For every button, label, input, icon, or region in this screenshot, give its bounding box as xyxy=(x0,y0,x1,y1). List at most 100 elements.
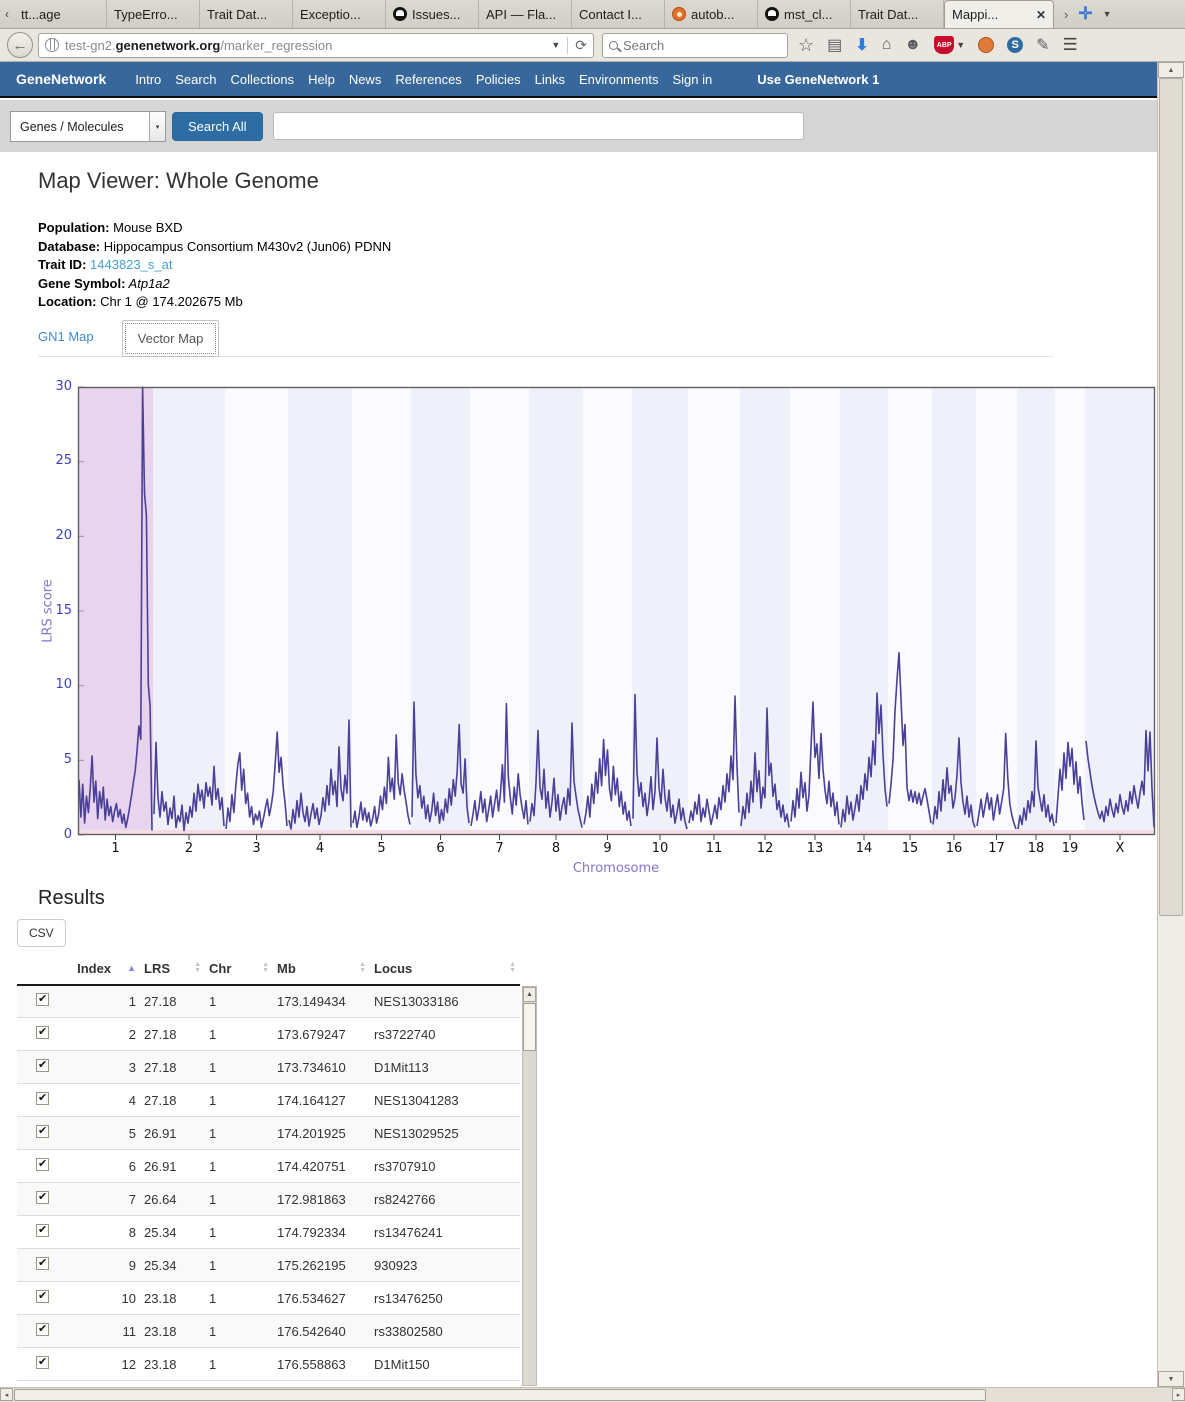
browser-tab-1[interactable]: TypeErro... xyxy=(107,0,200,28)
adblock-icon[interactable]: ABP xyxy=(934,36,954,54)
row-checkbox[interactable] xyxy=(36,1290,49,1303)
map-tabs: GN1 Map Vector Map xyxy=(38,319,1053,357)
row-checkbox[interactable] xyxy=(36,1191,49,1204)
csv-export-button[interactable]: CSV xyxy=(17,919,66,947)
menu-icon[interactable]: ☰ xyxy=(1063,35,1078,55)
scroll-down-icon[interactable]: ▼ xyxy=(1158,1371,1184,1387)
addon-orange-icon[interactable] xyxy=(978,37,994,53)
sort-ascending-icon[interactable]: ▲ xyxy=(127,963,136,973)
table-scrollbar[interactable]: ▲ xyxy=(522,986,537,1386)
browser-tab-2[interactable]: Trait Dat... xyxy=(200,0,293,28)
table-row-7: 726.641172.981863rs8242766 xyxy=(17,1183,520,1216)
bookmark-star-icon[interactable]: ☆ xyxy=(798,35,814,56)
vertical-scroll-thumb[interactable] xyxy=(1159,78,1183,916)
scroll-right-icon[interactable]: ▸ xyxy=(1172,1388,1185,1401)
meta-value: Chr 1 @ 174.202675 Mb xyxy=(97,294,243,309)
row-checkbox[interactable] xyxy=(36,1125,49,1138)
tab-list-dropdown-icon[interactable]: ▼ xyxy=(1103,9,1112,19)
column-header-lrs[interactable]: LRS▲▼ xyxy=(140,955,205,985)
reload-icon[interactable]: ⟳ xyxy=(567,37,587,54)
browser-tab-5[interactable]: API — Fla... xyxy=(479,0,572,28)
tab-vector-map[interactable]: Vector Map xyxy=(122,320,220,357)
tab-scroll-left-icon[interactable]: ‹ xyxy=(0,0,14,28)
edit-icon[interactable]: ✎ xyxy=(1036,35,1049,55)
meta-label: Trait ID: xyxy=(38,257,86,272)
nav-item-news[interactable]: News xyxy=(342,72,389,87)
close-tab-icon[interactable]: ✕ xyxy=(1036,8,1046,22)
browser-tab-7[interactable]: autob... xyxy=(665,0,758,28)
addon-s-icon[interactable]: S xyxy=(1007,37,1023,53)
cell-lrs: 27.18 xyxy=(140,1084,205,1117)
new-tab-button[interactable]: ✛ xyxy=(1078,4,1092,24)
scroll-left-icon[interactable]: ◂ xyxy=(0,1388,13,1401)
nav-item-search[interactable]: Search xyxy=(168,72,223,87)
column-header-index[interactable]: Index▲ xyxy=(62,955,140,985)
select-dropdown-icon[interactable]: ▾ xyxy=(149,112,165,141)
column-header-chr[interactable]: Chr▲▼ xyxy=(205,955,273,985)
browser-tab-4[interactable]: Issues... xyxy=(386,0,479,28)
scroll-up-icon[interactable]: ▲ xyxy=(1158,62,1184,78)
cell-locus: D1Mit113 xyxy=(370,1051,520,1084)
page-horizontal-scrollbar[interactable]: ◂ ▸ xyxy=(0,1387,1185,1402)
nav-item-sign-in[interactable]: Sign in xyxy=(665,72,719,87)
sort-icon[interactable]: ▲▼ xyxy=(194,962,201,974)
row-checkbox[interactable] xyxy=(36,993,49,1006)
row-checkbox[interactable] xyxy=(36,1026,49,1039)
row-checkbox[interactable] xyxy=(36,1323,49,1336)
row-checkbox[interactable] xyxy=(36,1158,49,1171)
row-checkbox[interactable] xyxy=(36,1059,49,1072)
downloads-icon[interactable]: ⬇ xyxy=(855,35,868,55)
home-icon[interactable]: ⌂ xyxy=(882,36,892,54)
tab-scroll-right-icon[interactable]: › xyxy=(1064,7,1068,22)
global-search-input[interactable] xyxy=(273,112,804,140)
browser-search-input[interactable]: Search xyxy=(602,33,788,58)
nav-item-collections[interactable]: Collections xyxy=(223,72,301,87)
nav-item-help[interactable]: Help xyxy=(301,72,342,87)
cell-locus: rs33802580 xyxy=(370,1315,520,1348)
nav-item-environments[interactable]: Environments xyxy=(572,72,665,87)
reading-list-icon[interactable]: ▤ xyxy=(827,35,842,55)
table-scroll-thumb[interactable] xyxy=(523,1003,536,1051)
category-select[interactable]: Genes / Molecules ▾ xyxy=(10,111,166,142)
meta-label: Database: xyxy=(38,239,100,254)
cell-locus: rs13476250 xyxy=(370,1282,520,1315)
x-tick-label-16: 16 xyxy=(934,841,974,856)
browser-tab-0[interactable]: tt...age xyxy=(14,0,107,28)
row-checkbox[interactable] xyxy=(36,1224,49,1237)
sort-icon[interactable]: ▲▼ xyxy=(359,962,366,974)
nav-item-links[interactable]: Links xyxy=(528,72,572,87)
use-genenetwork1-link[interactable]: Use GeneNetwork 1 xyxy=(757,72,879,87)
browser-tab-9[interactable]: Trait Dat... xyxy=(851,0,944,28)
cell-index: 6 xyxy=(62,1150,140,1183)
nav-item-references[interactable]: References xyxy=(388,72,468,87)
nav-item-intro[interactable]: Intro xyxy=(128,72,168,87)
row-checkbox[interactable] xyxy=(36,1356,49,1369)
row-checkbox[interactable] xyxy=(36,1092,49,1105)
browser-tab-3[interactable]: Exceptio... xyxy=(293,0,386,28)
genome-scan-chart: LRS score Chromosome 0510152025301234567… xyxy=(0,357,1157,877)
sort-icon[interactable]: ▲▼ xyxy=(509,962,516,974)
column-header-locus[interactable]: Locus▲▼ xyxy=(370,955,520,985)
page-vertical-scrollbar[interactable]: ▲ ▼ xyxy=(1157,62,1185,1387)
meta-value[interactable]: 1443823_s_at xyxy=(86,257,172,272)
nav-item-policies[interactable]: Policies xyxy=(469,72,528,87)
cell-chr: 1 xyxy=(205,1249,273,1282)
search-all-button[interactable]: Search All xyxy=(172,112,263,141)
brand-genenetwork[interactable]: GeneNetwork xyxy=(16,71,106,87)
browser-tab-6[interactable]: Contact I... xyxy=(572,0,665,28)
horizontal-scroll-thumb[interactable] xyxy=(14,1389,986,1401)
url-field[interactable]: test-gn2.genenetwork.org/marker_regressi… xyxy=(38,33,594,58)
adblock-dropdown-icon[interactable]: ▼ xyxy=(956,40,965,50)
row-checkbox[interactable] xyxy=(36,1257,49,1270)
url-dropdown-icon[interactable]: ▼ xyxy=(551,40,560,50)
cell-index: 9 xyxy=(62,1249,140,1282)
back-button[interactable]: ← xyxy=(7,32,33,58)
sort-icon[interactable]: ▲▼ xyxy=(262,962,269,974)
browser-tab-10[interactable]: Mappi...✕ xyxy=(944,0,1054,28)
table-scroll-up-icon[interactable]: ▲ xyxy=(523,987,536,1002)
tab-label: Issues... xyxy=(412,7,460,22)
browser-tab-8[interactable]: mst_cl... xyxy=(758,0,851,28)
chat-icon[interactable]: ☻ xyxy=(904,36,921,54)
tab-gn1-map[interactable]: GN1 Map xyxy=(38,329,108,356)
column-header-mb[interactable]: Mb▲▼ xyxy=(273,955,370,985)
